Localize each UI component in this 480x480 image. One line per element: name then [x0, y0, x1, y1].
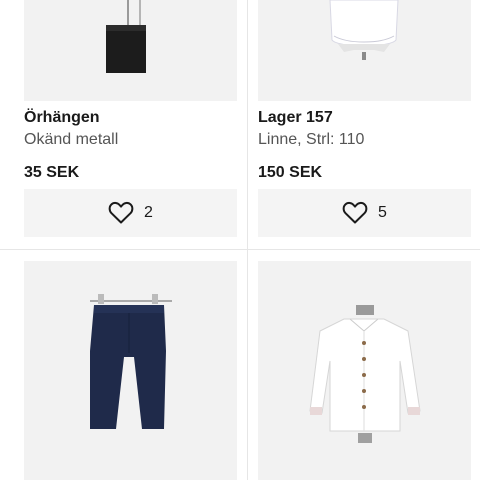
product-card-1[interactable]: Örhängen Okänd metall 35 SEK 2: [0, 0, 247, 249]
earring-image: [24, 0, 237, 101]
product-image-2[interactable]: [258, 0, 471, 101]
product-subtitle: Linne, Strl: 110: [258, 131, 365, 148]
product-card-2[interactable]: Lager 157 Linne, Strl: 110 150 SEK 5: [248, 0, 480, 249]
product-card-4[interactable]: [248, 250, 480, 480]
favorite-count: 2: [144, 204, 153, 221]
product-title[interactable]: Lager 157: [258, 108, 333, 128]
product-image-3[interactable]: [24, 261, 237, 480]
favorite-button[interactable]: 5: [258, 189, 471, 237]
product-price: 150 SEK: [258, 164, 323, 181]
heart-outline-icon: [108, 201, 134, 225]
favorite-button[interactable]: 2: [24, 189, 237, 237]
product-image-1[interactable]: [24, 0, 237, 101]
tank-top-image: [258, 0, 471, 101]
product-price: 35 SEK: [24, 164, 80, 181]
heart-outline-icon: [342, 201, 368, 225]
product-image-4[interactable]: [258, 261, 471, 480]
shirt-image: [258, 261, 471, 480]
product-grid: Örhängen Okänd metall 35 SEK 2 Lager 157…: [0, 0, 480, 480]
product-title[interactable]: Örhängen: [24, 108, 100, 128]
product-subtitle: Okänd metall: [24, 131, 119, 148]
favorite-count: 5: [378, 204, 387, 221]
product-card-3[interactable]: [0, 250, 247, 480]
pants-image: [24, 261, 237, 480]
